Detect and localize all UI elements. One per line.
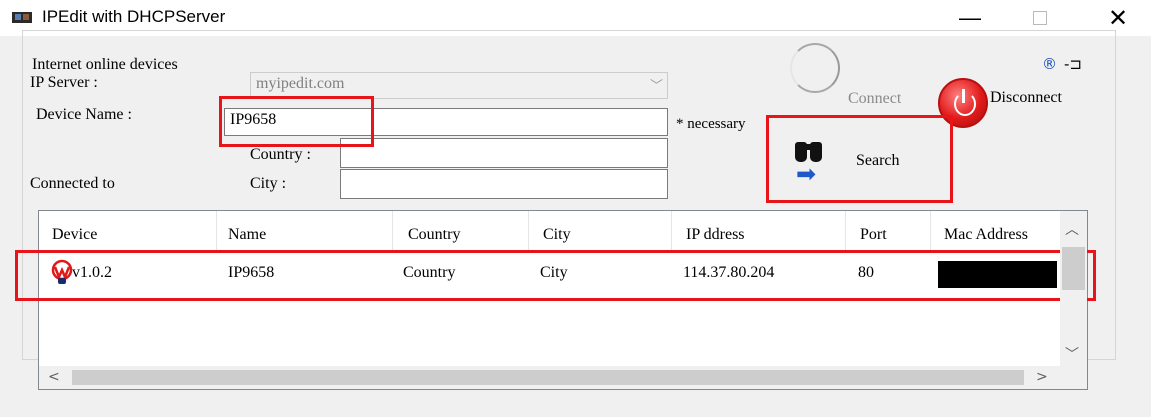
chevron-down-icon[interactable]: ﹀ <box>1065 344 1079 364</box>
column-divider[interactable] <box>528 211 529 251</box>
column-divider[interactable] <box>216 211 217 251</box>
column-divider[interactable] <box>930 211 931 251</box>
chevron-down-icon[interactable]: ﹀ <box>650 75 663 94</box>
maximize-icon <box>1033 11 1047 25</box>
city-input[interactable] <box>340 169 668 199</box>
column-divider[interactable] <box>392 211 393 251</box>
column-header-ip[interactable]: IP ddress <box>686 226 745 244</box>
signal-icon[interactable]: ® <box>1042 55 1057 73</box>
chevron-right-icon[interactable]: > <box>1036 369 1048 385</box>
column-divider[interactable] <box>845 211 846 251</box>
chevron-up-icon[interactable]: ︿ <box>1065 219 1079 239</box>
column-divider[interactable] <box>671 211 672 251</box>
connected-to-label: Connected to <box>30 175 115 192</box>
ip-server-value: myipedit.com <box>256 75 345 92</box>
chevron-left-icon[interactable]: < <box>48 369 60 385</box>
disconnect-button[interactable]: Disconnect <box>990 89 1062 107</box>
ip-server-label: IP Server : <box>30 74 98 91</box>
app-icon <box>12 12 32 23</box>
column-header-name[interactable]: Name <box>228 226 266 244</box>
ip-server-combo[interactable]: myipedit.com ﹀ <box>250 72 668 99</box>
horizontal-scroll-thumb[interactable] <box>72 370 1024 385</box>
scroll-corner <box>1060 366 1087 389</box>
pin-icon[interactable]: -⊐ <box>1064 55 1082 73</box>
group-legend: Internet online devices <box>30 56 180 74</box>
row-highlight <box>15 250 1096 301</box>
device-name-label: Device Name : <box>36 106 132 123</box>
country-input[interactable] <box>340 138 668 168</box>
vertical-scroll-thumb[interactable] <box>1062 247 1085 290</box>
column-header-device[interactable]: Device <box>52 226 97 244</box>
city-label: City : <box>250 175 287 192</box>
device-name-highlight <box>219 96 374 147</box>
column-header-city[interactable]: City <box>543 226 571 244</box>
window-title: IPEdit with DHCPServer <box>42 7 226 26</box>
search-highlight <box>766 115 953 203</box>
column-header-mac[interactable]: Mac Address <box>944 226 1028 244</box>
column-header-country[interactable]: Country <box>408 226 460 244</box>
necessary-note: * necessary <box>676 116 746 132</box>
column-header-port[interactable]: Port <box>860 226 887 244</box>
connect-ring-icon[interactable] <box>790 43 840 93</box>
country-label: Country : <box>250 146 311 163</box>
